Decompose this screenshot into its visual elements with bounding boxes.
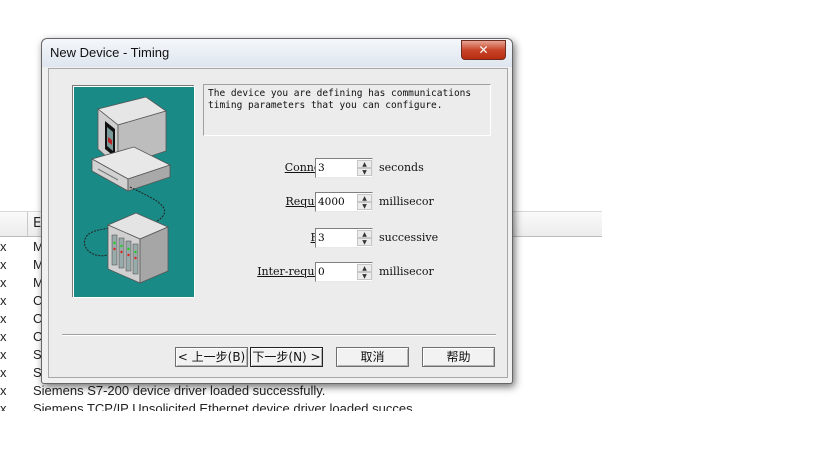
spin-up-icon[interactable]: ▲	[357, 160, 372, 168]
request-unit: millisecor	[379, 195, 434, 208]
request-input[interactable]	[317, 194, 357, 209]
fail-unit: successive	[379, 231, 439, 244]
spin-up-icon[interactable]: ▲	[357, 194, 372, 202]
connect-unit: seconds	[379, 161, 424, 174]
dialog-title: New Device - Timing	[50, 45, 170, 60]
separator	[62, 334, 496, 336]
close-button[interactable]: ✕	[461, 40, 506, 60]
spin-down-icon[interactable]: ▼	[357, 202, 372, 210]
cancel-button[interactable]: 取消	[336, 347, 409, 367]
new-device-timing-dialog: New Device - Timing ✕ The device you are…	[41, 38, 513, 384]
computer-plc-icon	[84, 96, 172, 284]
spin-up-icon[interactable]: ▲	[357, 264, 372, 272]
log-column-icon-header[interactable]	[0, 212, 28, 236]
close-icon: ✕	[478, 43, 489, 57]
fail-spinbox[interactable]: ▲ ▼	[315, 228, 373, 248]
computer-plc-illustration	[73, 86, 195, 298]
inter-request-unit: millisecor	[379, 265, 434, 278]
help-button[interactable]: 帮助	[422, 347, 495, 367]
spin-up-icon[interactable]: ▲	[357, 230, 372, 238]
title-bar[interactable]: New Device - Timing ✕	[42, 39, 512, 67]
inter-request-input[interactable]	[317, 264, 357, 279]
spin-down-icon[interactable]: ▼	[357, 238, 372, 246]
inter-request-row: Inter-request ▲ ▼ millisecor	[203, 262, 503, 284]
next-button[interactable]: 下一步(N) >	[250, 347, 323, 367]
spin-down-icon[interactable]: ▼	[357, 272, 372, 280]
request-spinbox[interactable]: ▲ ▼	[315, 192, 373, 212]
connect-input[interactable]	[317, 160, 357, 175]
connect-spinbox[interactable]: ▲ ▼	[315, 158, 373, 178]
dialog-body: The device you are defining has communic…	[48, 68, 508, 378]
info-text: The device you are defining has communic…	[203, 84, 491, 136]
fail-input[interactable]	[317, 230, 357, 245]
back-button[interactable]: < 上一步(B)	[175, 347, 248, 367]
inter-request-spinbox[interactable]: ▲ ▼	[315, 262, 373, 282]
info-text-content: The device you are defining has communic…	[208, 88, 472, 111]
log-column-event-header[interactable]: E	[33, 216, 41, 231]
log-row[interactable]: x Siemens TCP/IP Unsolicited Ethernet dev…	[0, 399, 440, 411]
spin-down-icon[interactable]: ▼	[357, 168, 372, 176]
connect-row: Connect ▲ ▼ seconds	[203, 158, 503, 180]
fail-row: Fail ▲ ▼ successive	[203, 228, 503, 250]
request-row: Request ▲ ▼ millisecor	[203, 192, 503, 214]
